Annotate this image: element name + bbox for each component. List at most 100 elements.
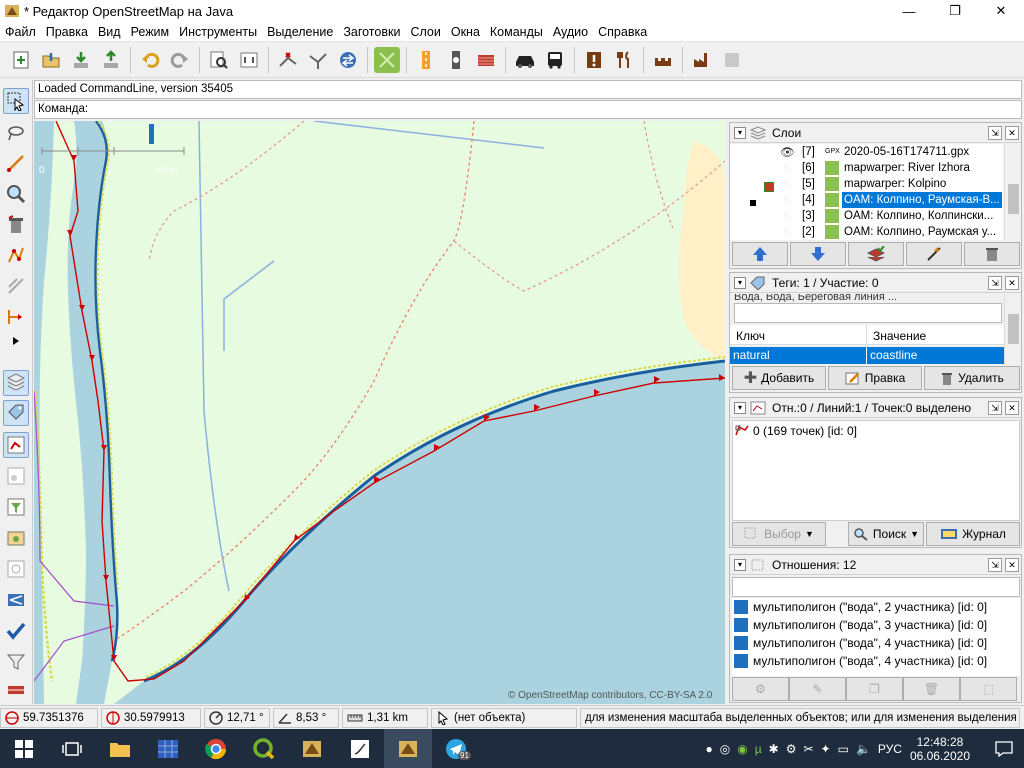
detach-icon[interactable]: ⇲ xyxy=(988,276,1002,290)
josm-taskbar-1[interactable] xyxy=(288,729,336,768)
layer-row[interactable]: ◌ [6] mapwarper: River Izhora xyxy=(730,160,1003,176)
command-input[interactable]: Команда: xyxy=(34,100,1022,119)
eye-hidden-icon[interactable]: ◌ xyxy=(780,194,794,206)
eye-hidden-icon[interactable]: ◌ xyxy=(780,162,794,174)
menu-audio[interactable]: Аудио xyxy=(548,25,593,39)
car-preset-icon[interactable] xyxy=(512,47,538,73)
close-button[interactable]: ✕ xyxy=(978,0,1024,22)
relation-item[interactable]: мультиполигон ("вода", 2 участника) [id:… xyxy=(732,598,1020,616)
keyboard-language[interactable]: РУС xyxy=(878,742,902,756)
undo-icon[interactable] xyxy=(137,47,163,73)
layers-toggle-icon[interactable] xyxy=(3,370,29,396)
dropdown-arrow-icon[interactable]: ▼ xyxy=(805,529,814,539)
layer-row[interactable]: ◌ [4] OAM: Колпино, Раумская-В... xyxy=(730,192,1003,208)
menu-windows[interactable]: Окна xyxy=(446,25,485,39)
tray-app-icon[interactable]: ● xyxy=(706,742,713,756)
layer-row[interactable]: ◌ [3] OAM: Колпино, Колпински... xyxy=(730,208,1003,224)
preferences-icon[interactable] xyxy=(236,47,262,73)
redo-icon[interactable] xyxy=(167,47,193,73)
menu-view[interactable]: Вид xyxy=(93,25,126,39)
map-canvas[interactable]: 0 40 m © OpenStreetMap contributors, CC-… xyxy=(34,121,725,704)
open-file-icon[interactable] xyxy=(38,47,64,73)
move-layer-down-button[interactable] xyxy=(790,242,846,266)
palette-more-icon[interactable] xyxy=(3,335,29,347)
tag-key[interactable]: natural xyxy=(730,347,867,364)
search-object-icon[interactable] xyxy=(206,47,232,73)
collapse-icon[interactable]: ▾ xyxy=(734,401,746,414)
detach-icon[interactable]: ⇲ xyxy=(988,401,1002,415)
eye-hidden-icon[interactable]: ◌ xyxy=(780,178,794,190)
relation-select-button[interactable]: ⬚ xyxy=(960,677,1017,701)
map-view[interactable]: 0 40 m © OpenStreetMap contributors, CC-… xyxy=(34,121,725,704)
new-layer-icon[interactable] xyxy=(8,47,34,73)
app-taskbar-2[interactable] xyxy=(336,729,384,768)
menu-presets[interactable]: Заготовки xyxy=(338,25,405,39)
layer-row[interactable]: 👁 [7] GPX 2020-05-16T174711.gpx xyxy=(730,144,1003,160)
move-layer-up-button[interactable] xyxy=(732,242,788,266)
menu-edit[interactable]: Правка xyxy=(41,25,93,39)
eye-icon[interactable]: 👁 xyxy=(780,145,795,159)
clock[interactable]: 12:48:28 06.06.2020 xyxy=(910,735,970,763)
lasso-mode-icon[interactable] xyxy=(3,120,29,146)
selection-toggle-icon[interactable] xyxy=(3,432,29,458)
eye-hidden-icon[interactable]: ◌ xyxy=(780,226,794,238)
relation-edit-button[interactable]: ✎ xyxy=(789,677,846,701)
changeset-toggle-icon[interactable] xyxy=(3,680,29,700)
relation-select-members-button[interactable]: ⚙ xyxy=(732,677,789,701)
road-preset-icon[interactable] xyxy=(413,47,439,73)
tag-value[interactable]: coastline xyxy=(867,347,1004,364)
network-icon[interactable]: ▭ xyxy=(838,742,849,756)
relation-item[interactable]: мультиполигон ("вода", 4 участника) [id:… xyxy=(732,634,1020,652)
draw-mode-icon[interactable] xyxy=(3,150,29,176)
detach-icon[interactable]: ⇲ xyxy=(988,558,1002,572)
relation-item[interactable]: мультиполигон ("вода", 4 участника) [id:… xyxy=(732,652,1020,670)
merge-layer-button[interactable] xyxy=(848,242,904,266)
tags-filter[interactable] xyxy=(734,303,1002,323)
imagery-icon[interactable] xyxy=(374,47,400,73)
menu-layers[interactable]: Слои xyxy=(405,25,445,39)
conflict-toggle-icon[interactable] xyxy=(3,463,29,489)
combine-way-icon[interactable] xyxy=(305,47,331,73)
josm-taskbar-active[interactable] xyxy=(384,729,432,768)
layer-list-scrollbar[interactable] xyxy=(1004,144,1021,240)
relation-delete-button[interactable]: 🗑 xyxy=(903,677,960,701)
menu-mode[interactable]: Режим xyxy=(126,25,175,39)
collapse-icon[interactable]: ▾ xyxy=(734,126,746,139)
upload-icon[interactable] xyxy=(98,47,124,73)
history-toggle-icon[interactable] xyxy=(3,525,29,551)
add-tag-button[interactable]: ✚ Добавить xyxy=(732,366,826,390)
tray-bluetooth-icon[interactable]: ✦ xyxy=(821,742,831,756)
minimap-toggle-icon[interactable] xyxy=(3,587,29,613)
preset-line[interactable]: Вода, Вода, Береговая линия ... xyxy=(734,294,1002,302)
download-icon[interactable] xyxy=(68,47,94,73)
qgis-taskbar[interactable] xyxy=(240,729,288,768)
detach-icon[interactable]: ⇲ xyxy=(988,126,1002,140)
delete-mode-icon[interactable] xyxy=(3,212,29,238)
select-mode-icon[interactable] xyxy=(3,88,29,114)
building-preset-icon[interactable] xyxy=(473,47,499,73)
value-column-header[interactable]: Значение xyxy=(867,325,1004,344)
menu-commands[interactable]: Команды xyxy=(485,25,548,39)
relation-duplicate-button[interactable]: ❐ xyxy=(846,677,903,701)
extrude-mode-icon[interactable] xyxy=(3,304,29,330)
restore-button[interactable]: ❐ xyxy=(932,0,978,22)
eye-hidden-icon[interactable]: ◌ xyxy=(780,210,794,222)
chrome-taskbar[interactable] xyxy=(192,729,240,768)
tags-toggle-icon[interactable] xyxy=(3,400,29,426)
parallel-mode-icon[interactable] xyxy=(3,273,29,299)
validation-toggle-icon[interactable] xyxy=(3,618,29,644)
delete-tag-button[interactable]: Удалить xyxy=(924,366,1020,390)
collapse-icon[interactable]: ▾ xyxy=(734,276,746,289)
menu-tools[interactable]: Инструменты xyxy=(174,25,262,39)
minimize-button[interactable]: — xyxy=(886,0,932,22)
start-button[interactable] xyxy=(0,729,48,768)
tray-steam-icon[interactable]: ⚙ xyxy=(786,742,797,756)
tray-app2-icon[interactable]: ✱ xyxy=(769,742,779,756)
history-button[interactable]: Журнал xyxy=(926,522,1020,546)
notes-toggle-icon[interactable] xyxy=(3,556,29,582)
industrial-preset-icon[interactable] xyxy=(689,47,715,73)
explorer-taskbar[interactable] xyxy=(96,729,144,768)
task-view-button[interactable] xyxy=(48,729,96,768)
split-way-icon[interactable] xyxy=(275,47,301,73)
menu-selection[interactable]: Выделение xyxy=(262,25,338,39)
